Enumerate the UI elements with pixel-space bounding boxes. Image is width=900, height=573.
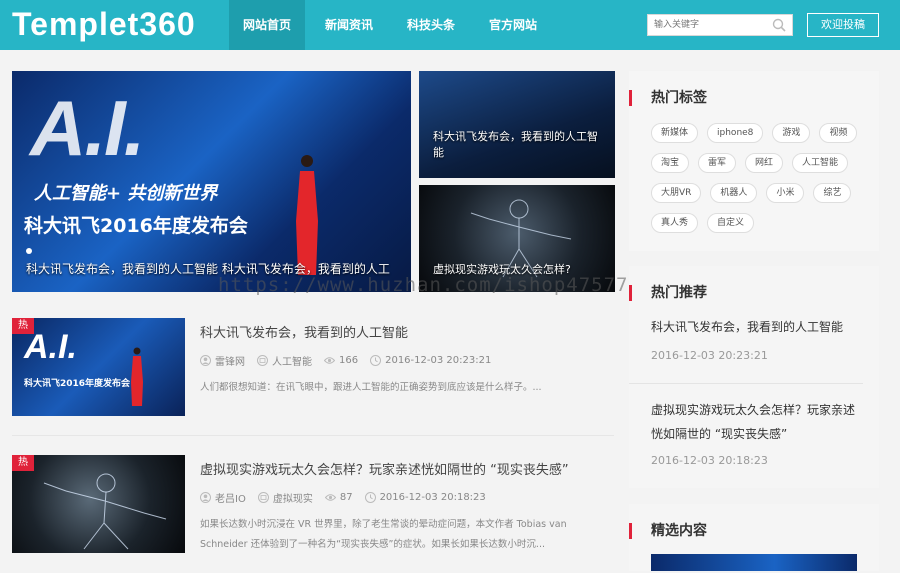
article-category[interactable]: 人工智能 xyxy=(272,353,312,368)
divider xyxy=(12,435,614,436)
meta-author: 雷锋网 xyxy=(200,353,245,368)
article-date: 2016-12-03 20:23:21 xyxy=(385,355,492,366)
article-views: 87 xyxy=(339,492,353,503)
hero-image-subtitle: 人工智能+ 共创新世界 xyxy=(34,183,218,204)
top-navbar: Templet360 网站首页 新闻资讯 科技头条 官方网站 欢迎投稿 xyxy=(0,0,900,50)
article-meta: 老吕IO 虚拟现实 87 2016-12-03 20:18:23 xyxy=(200,490,498,505)
recommend-item: 虚拟现实游戏玩太久会怎样？玩家亲述恍如隔世的 “现实丧失感” 2016-12-0… xyxy=(651,398,865,467)
wireframe-figure xyxy=(43,473,167,550)
presenter-figure xyxy=(131,347,143,406)
meta-date: 2016-12-03 20:23:21 xyxy=(370,355,491,366)
user-icon xyxy=(200,355,211,366)
meta-date: 2016-12-03 20:18:23 xyxy=(364,492,486,503)
hot-tags-panel: 热门标签 新媒体 iphone8 游戏 视频 淘宝 雷军 网红 人工智能 大朋V… xyxy=(629,71,879,251)
nav-item-tech[interactable]: 科技头条 xyxy=(393,0,469,50)
article-views: 166 xyxy=(339,355,359,366)
tag-item[interactable]: 大朋VR xyxy=(651,183,702,203)
selected-content-thumbnail[interactable] xyxy=(651,554,857,571)
selected-content-panel: 精选内容 xyxy=(629,504,879,571)
tag-list: 新媒体 iphone8 游戏 视频 淘宝 雷军 网红 人工智能 大朋VR 机器人… xyxy=(651,123,871,243)
tag-item[interactable]: 机器人 xyxy=(710,183,758,203)
hot-badge: 热 xyxy=(12,455,34,471)
slide-indicator-dot[interactable] xyxy=(26,248,32,254)
tag-item[interactable]: 游戏 xyxy=(772,123,811,143)
tag-item[interactable]: 新媒体 xyxy=(651,123,699,143)
hero-side-slide-1[interactable]: 科大讯飞发布会，我看到的人工智能 xyxy=(419,71,615,178)
article-category[interactable]: 虚拟现实 xyxy=(273,490,313,505)
eye-icon xyxy=(324,494,336,501)
article-thumbnail[interactable]: 热 xyxy=(12,455,185,553)
article-author[interactable]: 雷锋网 xyxy=(215,353,245,368)
search-input[interactable] xyxy=(648,15,768,35)
nav-item-news[interactable]: 新闻资讯 xyxy=(311,0,387,50)
article-title[interactable]: 虚拟现实游戏玩太久会怎样？玩家亲述恍如隔世的 “现实丧失感” xyxy=(200,459,569,478)
hero-image-year-text: 科大讯飞2016年度发布会 xyxy=(24,215,248,237)
meta-views: 87 xyxy=(324,492,353,503)
tag-item[interactable]: 人工智能 xyxy=(792,153,849,173)
recommend-item: 科大讯飞发布会，我看到的人工智能 2016-12-03 20:23:21 xyxy=(651,315,865,362)
article-description: 如果长达数小时沉浸在 VR 世界里，除了老生常谈的晕动症问题，本文作者 Tobi… xyxy=(200,519,567,550)
nav-item-home[interactable]: 网站首页 xyxy=(229,0,306,50)
article-description: 人们都很想知道：在讯飞眼中，跟进人工智能的正确姿势到底应该是什么样子。... xyxy=(200,382,542,393)
category-icon xyxy=(257,355,268,366)
submit-article-button[interactable]: 欢迎投稿 xyxy=(807,13,879,37)
selected-content-title: 精选内容 xyxy=(629,523,707,539)
hero-image-text: A.I. xyxy=(30,84,145,172)
hot-tags-title: 热门标签 xyxy=(629,90,707,106)
hero-main-slide[interactable]: A.I. 人工智能+ 共创新世界 科大讯飞2016年度发布会 科大讯飞发布会，我… xyxy=(12,71,411,292)
thumbnail-image-subtitle: 科大讯飞2016年度发布会 xyxy=(24,379,131,389)
article-title[interactable]: 科大讯飞发布会，我看到的人工智能 xyxy=(200,322,408,341)
tag-item[interactable]: 视频 xyxy=(819,123,858,143)
hot-badge: 热 xyxy=(12,318,34,334)
site-logo[interactable]: Templet360 xyxy=(12,6,196,43)
tag-item[interactable]: iphone8 xyxy=(707,123,764,143)
clock-icon xyxy=(370,355,382,366)
tag-item[interactable]: 小米 xyxy=(766,183,805,203)
article-thumbnail[interactable]: A.I. 科大讯飞2016年度发布会 热 xyxy=(12,318,185,416)
category-icon xyxy=(257,492,269,503)
recommend-date: 2016-12-03 20:23:21 xyxy=(651,349,768,362)
tag-item[interactable]: 综艺 xyxy=(813,183,852,203)
clock-icon xyxy=(364,492,376,503)
article-meta: 雷锋网 人工智能 166 2016-12-03 20:23:21 xyxy=(200,353,503,368)
recommend-date: 2016-12-03 20:18:23 xyxy=(651,454,768,467)
meta-views: 166 xyxy=(324,355,358,366)
search-icon[interactable] xyxy=(772,18,786,32)
tag-item[interactable]: 真人秀 xyxy=(651,213,699,233)
tag-item[interactable]: 淘宝 xyxy=(651,153,690,173)
recommend-title[interactable]: 虚拟现实游戏玩太久会怎样？玩家亲述恍如隔世的 “现实丧失感” xyxy=(651,398,865,446)
meta-category: 人工智能 xyxy=(257,353,312,368)
search-box xyxy=(647,14,793,36)
article-author[interactable]: 老吕IO xyxy=(215,490,246,505)
tag-item[interactable]: 自定义 xyxy=(707,213,755,233)
nav-item-official[interactable]: 官方网站 xyxy=(475,0,551,50)
eye-icon xyxy=(324,357,335,364)
recommend-title[interactable]: 科大讯飞发布会，我看到的人工智能 xyxy=(651,315,865,339)
meta-author: 老吕IO xyxy=(200,490,246,505)
tag-item[interactable]: 雷军 xyxy=(698,153,737,173)
user-icon xyxy=(200,492,211,503)
hot-recommend-panel: 热门推荐 科大讯飞发布会，我看到的人工智能 2016-12-03 20:23:2… xyxy=(629,266,879,488)
meta-category: 虚拟现实 xyxy=(257,490,313,505)
article-item: A.I. 科大讯飞2016年度发布会 热 科大讯飞发布会，我看到的人工智能 雷锋… xyxy=(12,318,614,436)
article-item: 热 虚拟现实游戏玩太久会怎样？玩家亲述恍如隔世的 “现实丧失感” 老吕IO 虚拟… xyxy=(12,455,614,573)
watermark-text: https://www.huzhan.com/ishop47577 xyxy=(218,274,629,296)
tag-item[interactable]: 网红 xyxy=(745,153,784,173)
divider xyxy=(629,383,863,384)
article-date: 2016-12-03 20:18:23 xyxy=(379,492,486,503)
hot-recommend-title: 热门推荐 xyxy=(629,285,707,301)
main-nav: 网站首页 新闻资讯 科技头条 官方网站 xyxy=(229,0,557,50)
hero-side-caption-1[interactable]: 科大讯飞发布会，我看到的人工智能 xyxy=(433,129,603,161)
